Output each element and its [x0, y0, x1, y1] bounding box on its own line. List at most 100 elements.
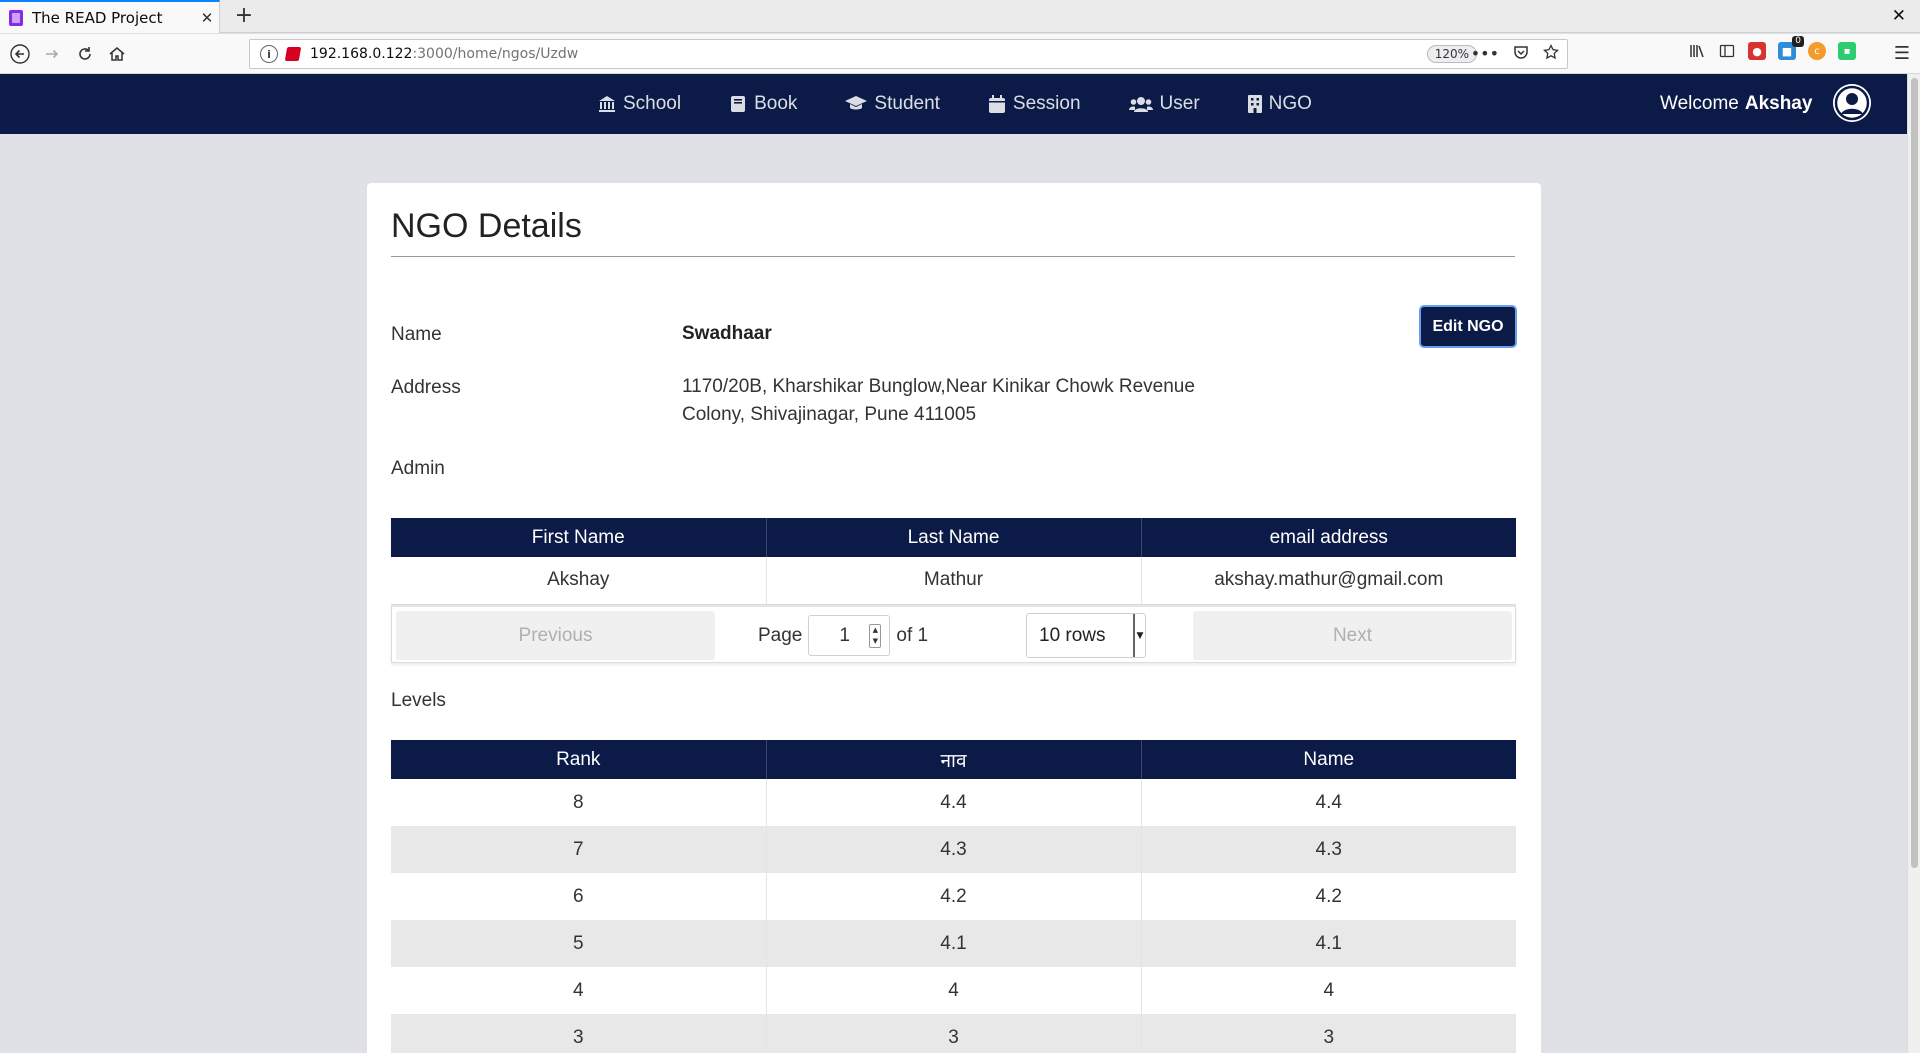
- nav-item-user[interactable]: User: [1128, 93, 1200, 115]
- tab-close-icon[interactable]: ✕: [195, 9, 219, 27]
- admin-first-name: Akshay: [391, 557, 767, 605]
- welcome-text: Welcome Akshay: [1660, 74, 1812, 134]
- zoom-level-badge[interactable]: 120%: [1426, 45, 1477, 63]
- home-icon: [109, 47, 125, 61]
- column-header-naav[interactable]: नाव: [766, 740, 1142, 779]
- address-label: Address: [391, 377, 461, 398]
- page-number-value: 1: [839, 624, 850, 646]
- chevron-down-icon: ▼: [1133, 614, 1145, 657]
- hamburger-menu-icon[interactable]: ☰: [1894, 43, 1910, 64]
- forward-arrow-icon: [46, 49, 59, 59]
- page-label: Page: [758, 624, 803, 646]
- column-header-last-name[interactable]: Last Name: [766, 518, 1142, 557]
- level-rank: 4: [391, 967, 767, 1014]
- table-row: Akshay Mathur akshay.mathur@gmail.com: [391, 557, 1516, 605]
- user-avatar-icon[interactable]: [1833, 84, 1871, 122]
- admin-pagination: Previous Page 1 ▲ ▼ of 1 10 rows ▼ Next: [391, 605, 1516, 663]
- total-pages-label: of 1: [896, 624, 929, 646]
- nav-label-school: School: [623, 93, 682, 114]
- extension-green-icon[interactable]: ▪: [1838, 42, 1856, 60]
- home-button[interactable]: [103, 40, 131, 68]
- level-naav: 4.1: [766, 920, 1142, 967]
- title-divider: [391, 256, 1515, 257]
- table-row: 8 4.4 4.4: [391, 779, 1516, 826]
- reload-button[interactable]: [71, 40, 99, 68]
- new-tab-button[interactable]: +: [231, 3, 257, 29]
- extension-blue-icon[interactable]: ■ 0: [1778, 36, 1804, 60]
- level-rank: 7: [391, 826, 767, 873]
- rows-per-page-select[interactable]: 10 rows ▼: [1026, 613, 1146, 658]
- nav-item-school[interactable]: School: [598, 93, 681, 115]
- users-icon: [1128, 95, 1153, 113]
- page-actions-icon[interactable]: •••: [1471, 44, 1499, 64]
- bank-icon: [598, 95, 616, 113]
- column-header-first-name[interactable]: First Name: [391, 518, 767, 557]
- column-header-name[interactable]: Name: [1141, 740, 1516, 779]
- extension-badge: 0: [1792, 36, 1804, 47]
- levels-table: Rank नाव Name 8 4.4 4.4 7 4.3 4.3 6 4.2 …: [391, 740, 1516, 1053]
- tab-title: The READ Project: [32, 8, 163, 27]
- url-path: :3000/home/ngos/Uzdw: [412, 46, 579, 62]
- table-row: 7 4.3 4.3: [391, 826, 1516, 873]
- column-header-email[interactable]: email address: [1141, 518, 1516, 557]
- name-value: Swadhaar: [682, 323, 772, 344]
- level-name: 4.3: [1141, 826, 1516, 873]
- edit-ngo-button[interactable]: Edit NGO: [1419, 305, 1517, 348]
- admin-label: Admin: [391, 458, 445, 479]
- nav-item-session[interactable]: Session: [988, 93, 1081, 115]
- bookmark-star-icon[interactable]: [1542, 43, 1560, 64]
- back-arrow-icon: [10, 44, 30, 64]
- level-naav: 4: [766, 967, 1142, 1014]
- back-button[interactable]: [6, 40, 34, 68]
- level-name: 4.4: [1141, 779, 1516, 826]
- info-icon[interactable]: i: [260, 45, 278, 63]
- levels-table-header: Rank नाव Name: [391, 740, 1516, 779]
- sidebar-icon[interactable]: [1718, 42, 1736, 60]
- library-icon[interactable]: [1688, 42, 1706, 60]
- extension-red-icon[interactable]: ●: [1748, 42, 1766, 60]
- page-scrollbar[interactable]: [1907, 74, 1920, 1053]
- scrollbar-thumb[interactable]: [1911, 78, 1918, 868]
- level-rank: 3: [391, 1014, 767, 1053]
- level-rank: 5: [391, 920, 767, 967]
- reload-icon: [79, 47, 91, 60]
- browser-toolbar: i 192.168.0.122 :3000/home/ngos/Uzdw 120…: [0, 34, 1920, 74]
- table-row: 4 4 4: [391, 967, 1516, 1014]
- browser-tabstrip: The READ Project ✕ + ✕: [0, 0, 1920, 33]
- window-close-button[interactable]: ✕: [1892, 6, 1906, 26]
- nav-label-user: User: [1159, 93, 1200, 114]
- page-number-input[interactable]: 1 ▲ ▼: [808, 615, 891, 656]
- forward-button[interactable]: [38, 40, 66, 68]
- extension-orange-icon[interactable]: c: [1808, 42, 1826, 60]
- column-header-rank[interactable]: Rank: [391, 740, 767, 779]
- admin-table: First Name Last Name email address Aksha…: [391, 518, 1516, 605]
- level-rank: 6: [391, 873, 767, 920]
- level-naav: 4.2: [766, 873, 1142, 920]
- url-bar[interactable]: i 192.168.0.122 :3000/home/ngos/Uzdw 120…: [249, 39, 1568, 69]
- browser-tab[interactable]: The READ Project ✕: [0, 0, 220, 33]
- nav-item-book[interactable]: Book: [729, 93, 797, 115]
- app-favicon-icon: [9, 9, 23, 26]
- admin-email: akshay.mathur@gmail.com: [1141, 557, 1516, 605]
- page-indicator: Page 1 ▲ ▼ of 1: [758, 613, 928, 658]
- page-stepper-icon[interactable]: ▲ ▼: [869, 624, 882, 648]
- url-actions: •••: [1471, 43, 1560, 64]
- table-row: 6 4.2 4.2: [391, 873, 1516, 920]
- level-name: 4.1: [1141, 920, 1516, 967]
- previous-page-button[interactable]: Previous: [396, 611, 715, 660]
- nav-item-student[interactable]: Student: [845, 93, 940, 115]
- rows-per-page-value: 10 rows: [1039, 624, 1106, 646]
- nav-item-ngo[interactable]: NGO: [1247, 93, 1312, 115]
- level-naav: 4.4: [766, 779, 1142, 826]
- insecure-connection-icon[interactable]: [284, 47, 302, 61]
- admin-last-name: Mathur: [766, 557, 1142, 605]
- address-value: 1170/20B, Kharshikar Bunglow,Near Kinika…: [682, 376, 1195, 425]
- next-page-button[interactable]: Next: [1193, 611, 1512, 660]
- welcome-username: Akshay: [1744, 93, 1813, 114]
- building-icon: [1247, 95, 1262, 113]
- page-title: NGO Details: [391, 207, 582, 245]
- table-row: 5 4.1 4.1: [391, 920, 1516, 967]
- level-naav: 3: [766, 1014, 1142, 1053]
- book-icon: [729, 95, 747, 113]
- pocket-icon[interactable]: [1513, 44, 1529, 64]
